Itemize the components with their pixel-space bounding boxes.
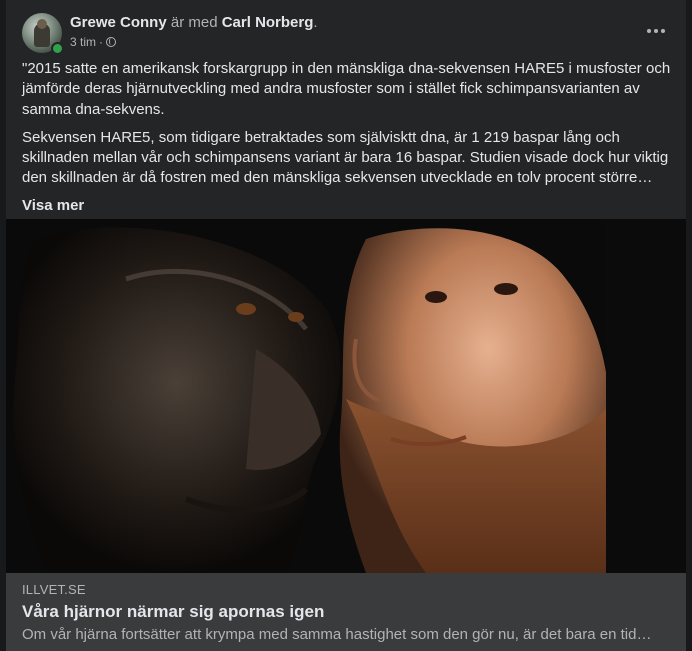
dot-2: [654, 29, 658, 33]
author-name[interactable]: Grewe Conny: [70, 14, 167, 31]
post-text: "2015 satte en amerikansk forskargrupp i…: [22, 59, 674, 216]
post-paragraph-1: "2015 satte en amerikansk forskargrupp i…: [22, 60, 671, 118]
post-header: Grewe Conny är med Carl Norberg. 3 tim ·: [22, 13, 670, 55]
post-meta: 3 tim ·: [70, 34, 117, 50]
meta-separator: ·: [99, 35, 104, 49]
dot-1: [647, 29, 651, 33]
with-text: är med: [170, 14, 218, 31]
link-preview[interactable]: ILLVET.SE Våra hjärnor närmar sig aporna…: [6, 573, 686, 651]
tagged-name[interactable]: Carl Norberg: [222, 14, 314, 31]
post-paragraph-2: Sekvensen HARE5, som tidigare betraktade…: [22, 128, 669, 187]
more-options-icon[interactable]: [638, 15, 674, 47]
preview-domain: ILLVET.SE: [22, 582, 86, 597]
post-image[interactable]: [6, 219, 686, 573]
preview-description: Om vår hjärna fortsätter att krympa med …: [22, 626, 652, 643]
post-card: Grewe Conny är med Carl Norberg. 3 tim ·…: [6, 0, 686, 651]
chimp-and-man-photo: [6, 219, 686, 573]
post-time[interactable]: 3 tim: [70, 34, 96, 50]
name-period: .: [313, 14, 318, 31]
post-author-line: Grewe Conny är med Carl Norberg.: [70, 13, 318, 33]
globe-icon[interactable]: [106, 37, 117, 47]
online-status-dot: [51, 42, 64, 55]
dot-3: [661, 29, 665, 33]
preview-title[interactable]: Våra hjärnor närmar sig apornas igen: [22, 602, 324, 622]
see-more-link[interactable]: Visa mer: [22, 196, 674, 216]
avatar-head: [37, 19, 47, 29]
